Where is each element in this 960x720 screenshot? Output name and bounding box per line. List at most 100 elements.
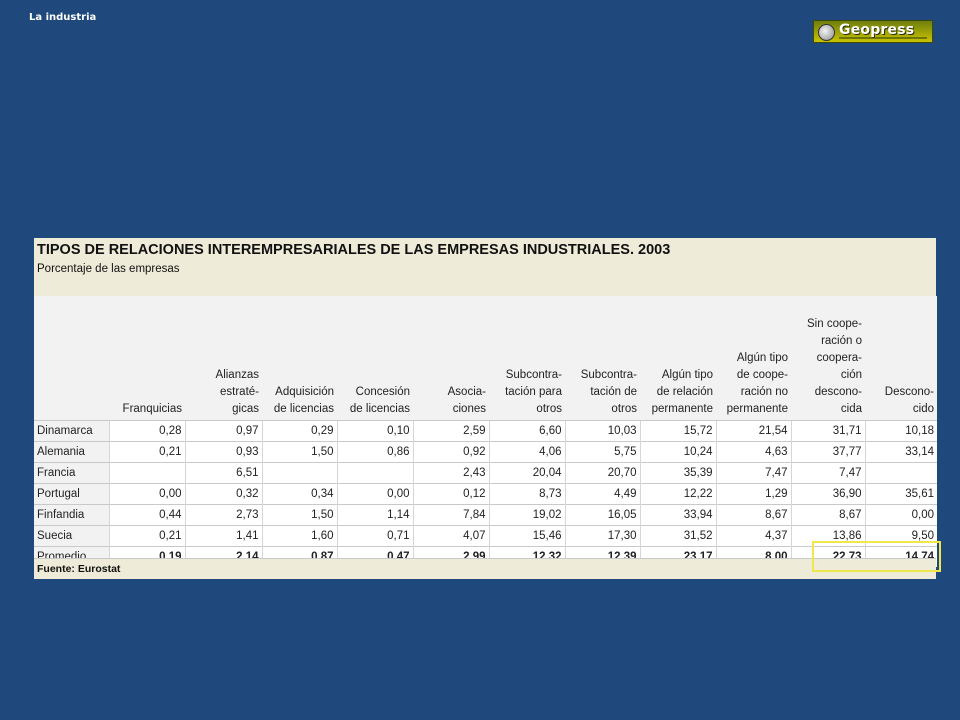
- column-header: Subcontra- tación para otros: [489, 296, 565, 421]
- table-cell: 20,04: [488, 462, 565, 484]
- table-cell: 1,14: [336, 504, 413, 526]
- column-header: Franquicias: [109, 296, 185, 421]
- table-cell: 12,22: [639, 483, 716, 505]
- table-row: Dinamarca 0,28 0,97 0,29 0,10 2,59 6,60 10,03 15…: [34, 420, 937, 442]
- table-cell: 0,21: [108, 441, 185, 463]
- header-row: Franquicias Alianzas estraté- gicas Adquis…: [34, 296, 937, 421]
- table-cell: 16,05: [564, 504, 640, 526]
- logo-tagline-bar: [839, 37, 927, 39]
- table-cell: 0,12: [412, 483, 489, 505]
- table-cell: 7,84: [412, 504, 489, 526]
- row-label: Dinamarca: [34, 420, 109, 442]
- table-cell: 4,63: [715, 441, 791, 463]
- column-header: Concesión de licencias: [337, 296, 413, 421]
- table-cell: 21,54: [715, 420, 791, 442]
- table-cell: 8,67: [715, 504, 791, 526]
- column-header: Descono- cido: [865, 296, 937, 421]
- table-cell: 4,07: [412, 525, 489, 547]
- source-note: Fuente: Eurostat: [37, 563, 121, 575]
- table-cell: 19,02: [488, 504, 565, 526]
- logo-text: Geopress: [839, 22, 915, 38]
- table-cell: 6,51: [184, 462, 262, 484]
- table-cell: 0,28: [108, 420, 185, 442]
- table-cell: 4,06: [488, 441, 565, 463]
- table-cell: 5,75: [564, 441, 640, 463]
- table-cell: 0,29: [261, 420, 337, 442]
- table-cell: 2,43: [412, 462, 489, 484]
- column-header: Asocia- ciones: [413, 296, 489, 421]
- table-subtitle: Porcentaje de las empresas: [37, 263, 180, 275]
- table-cell: 7,47: [790, 462, 865, 484]
- table-cell: 4,49: [564, 483, 640, 505]
- table-cell: 0,44: [108, 504, 185, 526]
- table-row: Suecia 0,21 1,41 1,60 0,71 4,07 15,46 17,30 31,5…: [34, 525, 937, 547]
- table-cell: [261, 462, 337, 484]
- table-cell: 6,60: [488, 420, 565, 442]
- source-band: Fuente: Eurostat: [34, 558, 936, 579]
- column-header: Algún tipo de coope- ración no permanent…: [716, 296, 791, 421]
- table-cell: 37,77: [790, 441, 865, 463]
- table-cell: 0,00: [108, 483, 185, 505]
- table-cell: 1,60: [261, 525, 337, 547]
- row-label: Francia: [34, 462, 109, 484]
- table-cell: 1,29: [715, 483, 791, 505]
- table-cell: 0,34: [261, 483, 337, 505]
- table-panel: TIPOS DE RELACIONES INTEREMPRESARIALES D…: [34, 238, 937, 579]
- table-cell: 0,00: [864, 504, 937, 526]
- table-cell: 0,32: [184, 483, 262, 505]
- column-header: Sin coope- ración o coopera- ción descon…: [791, 296, 865, 421]
- table-cell: 0,00: [336, 483, 413, 505]
- table-cell: 10,18: [864, 420, 937, 442]
- geopress-logo: Geopress: [813, 20, 933, 43]
- data-table: Franquicias Alianzas estraté- gicas Adquis…: [34, 296, 937, 567]
- table-row: Alemania 0,21 0,93 1,50 0,86 0,92 4,06 5,75 10,2…: [34, 441, 937, 463]
- table-cell: 33,14: [864, 441, 937, 463]
- title-band: TIPOS DE RELACIONES INTEREMPRESARIALES D…: [34, 238, 936, 296]
- column-header-country: [34, 296, 109, 421]
- column-header: Adquisición de licencias: [262, 296, 337, 421]
- table-cell: 0,10: [336, 420, 413, 442]
- table-cell: 10,24: [639, 441, 716, 463]
- table-cell: 35,39: [639, 462, 716, 484]
- table-cell: 17,30: [564, 525, 640, 547]
- table-row: Francia 6,51 2,43 20,04 20,70 35,39 7,47 7,47: [34, 462, 937, 484]
- column-header: Alianzas estraté- gicas: [185, 296, 262, 421]
- table-row: Finfandia 0,44 2,73 1,50 1,14 7,84 19,02 16,05 3…: [34, 504, 937, 526]
- row-label: Finfandia: [34, 504, 109, 526]
- table-cell: 35,61: [864, 483, 937, 505]
- table-cell: [336, 462, 413, 484]
- table-cell: 7,47: [715, 462, 791, 484]
- globe-icon: [818, 24, 835, 41]
- column-header: Subcontra- tación de otros: [565, 296, 640, 421]
- table-cell: 10,03: [564, 420, 640, 442]
- table-cell: 0,92: [412, 441, 489, 463]
- table-title: TIPOS DE RELACIONES INTEREMPRESARIALES D…: [37, 242, 671, 258]
- table-cell: 0,21: [108, 525, 185, 547]
- table-cell: 33,94: [639, 504, 716, 526]
- table-cell: 36,90: [790, 483, 865, 505]
- row-label: Suecia: [34, 525, 109, 547]
- table-cell: 0,97: [184, 420, 262, 442]
- table-cell: [108, 462, 185, 484]
- table-cell: 8,67: [790, 504, 865, 526]
- row-label: Alemania: [34, 441, 109, 463]
- column-header: Algún tipo de relación permanente: [640, 296, 716, 421]
- table-cell: [864, 462, 937, 484]
- table-cell: 31,52: [639, 525, 716, 547]
- table-cell: 31,71: [790, 420, 865, 442]
- table-cell: 0,86: [336, 441, 413, 463]
- highlight-box: [812, 541, 941, 572]
- table-cell: 8,73: [488, 483, 565, 505]
- table-cell: 2,59: [412, 420, 489, 442]
- table-cell: 4,37: [715, 525, 791, 547]
- table-cell: 0,71: [336, 525, 413, 547]
- slide-label: La industria: [29, 12, 97, 23]
- table-cell: 15,46: [488, 525, 565, 547]
- table-cell: 0,93: [184, 441, 262, 463]
- table-cell: 1,41: [184, 525, 262, 547]
- table-cell: 2,73: [184, 504, 262, 526]
- table-cell: 1,50: [261, 441, 337, 463]
- row-label: Portugal: [34, 483, 109, 505]
- table-row: Portugal 0,00 0,32 0,34 0,00 0,12 8,73 4,49 12,2…: [34, 483, 937, 505]
- table-cell: 15,72: [639, 420, 716, 442]
